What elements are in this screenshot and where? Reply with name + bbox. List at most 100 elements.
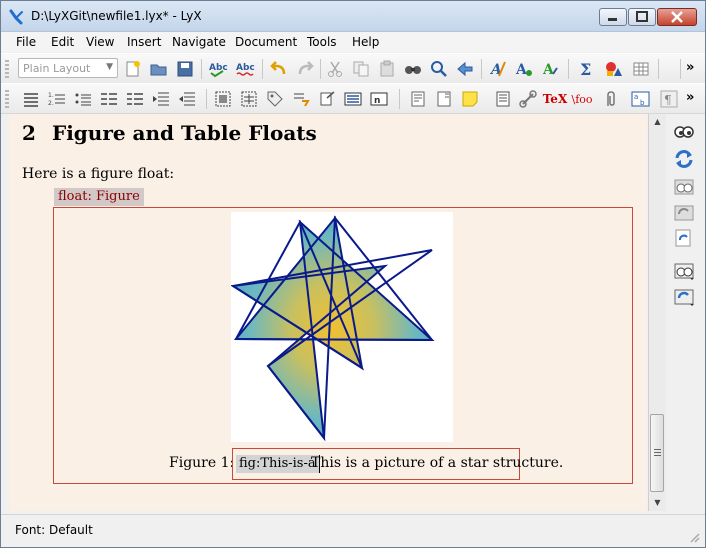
labeling-button[interactable] bbox=[124, 89, 146, 109]
caption-text[interactable]: This is a picture of a star structure. bbox=[311, 455, 563, 471]
svg-text:¶: ¶ bbox=[664, 93, 672, 107]
emphasis-icon: A bbox=[542, 62, 558, 78]
nomenclature-button[interactable]: n bbox=[368, 89, 390, 109]
attach-button[interactable] bbox=[600, 89, 622, 109]
menu-tools[interactable]: Tools bbox=[307, 35, 337, 49]
table-float-button[interactable] bbox=[238, 89, 260, 109]
export-button[interactable] bbox=[673, 228, 695, 248]
update-master-button[interactable] bbox=[673, 286, 695, 306]
lyx-app-icon bbox=[9, 9, 23, 25]
copy-button[interactable] bbox=[350, 59, 372, 79]
toolbar-grip[interactable] bbox=[5, 90, 9, 108]
undo-button[interactable] bbox=[268, 59, 290, 79]
toolbar1-overflow-button[interactable]: » bbox=[686, 60, 694, 75]
math-button[interactable]: Σ bbox=[576, 59, 598, 79]
continuous-spellcheck-button[interactable]: Abc bbox=[234, 59, 256, 79]
cut-button[interactable] bbox=[324, 59, 346, 79]
update-button[interactable] bbox=[673, 149, 695, 169]
menu-document[interactable]: Document bbox=[235, 35, 297, 49]
footnote-button[interactable] bbox=[407, 89, 429, 109]
title-bar[interactable]: D:\LyXGit\newfile1.lyx* - LyX bbox=[1, 1, 705, 32]
view-master-button[interactable] bbox=[673, 260, 695, 280]
svg-text:A: A bbox=[542, 62, 555, 78]
list-button[interactable] bbox=[98, 89, 120, 109]
enumerate-button[interactable]: 1. 2. bbox=[46, 89, 68, 109]
toolbar-separator bbox=[680, 59, 681, 79]
include-button[interactable]: ab bbox=[630, 89, 652, 109]
view-button[interactable] bbox=[673, 122, 695, 142]
margin-note-button[interactable] bbox=[433, 89, 455, 109]
scroll-down-arrow[interactable]: ▼ bbox=[649, 495, 666, 511]
section-number: 2 bbox=[22, 121, 36, 145]
apply-style-button[interactable]: A bbox=[513, 59, 535, 79]
vertical-scrollbar[interactable]: ▲ ▼ bbox=[648, 114, 666, 511]
redo-button[interactable] bbox=[294, 59, 316, 79]
paste-button[interactable] bbox=[376, 59, 398, 79]
itemize-button[interactable] bbox=[20, 89, 42, 109]
tex-code-button[interactable]: TeX bbox=[543, 89, 568, 109]
update-master-icon bbox=[674, 289, 694, 306]
resize-grip-icon[interactable] bbox=[689, 532, 701, 544]
minimize-button[interactable] bbox=[599, 8, 627, 26]
open-file-button[interactable] bbox=[148, 59, 170, 79]
note-button[interactable] bbox=[459, 89, 481, 109]
citation-button[interactable] bbox=[316, 89, 338, 109]
spellcheck-button[interactable]: Abc bbox=[207, 59, 229, 79]
document-workarea[interactable]: 2 Figure and Table Floats Here is a figur… bbox=[9, 114, 647, 511]
figure-float-button[interactable] bbox=[212, 89, 234, 109]
maximize-button[interactable] bbox=[628, 8, 656, 26]
spellcheck-icon: Abc bbox=[209, 63, 228, 78]
star-figure-image[interactable] bbox=[230, 212, 453, 442]
scroll-up-arrow[interactable]: ▲ bbox=[649, 114, 666, 130]
export-icon bbox=[675, 229, 691, 247]
paragraph-settings-button[interactable]: ¶ bbox=[658, 89, 680, 109]
cross-reference-button[interactable] bbox=[290, 89, 312, 109]
caption-label[interactable]: fig:This-is-a bbox=[236, 455, 320, 473]
description-button[interactable] bbox=[72, 89, 94, 109]
menu-insert[interactable]: Insert bbox=[127, 35, 161, 49]
decrease-depth-button[interactable] bbox=[150, 89, 172, 109]
toolbar-grip[interactable] bbox=[5, 60, 9, 78]
menu-navigate[interactable]: Navigate bbox=[172, 35, 226, 49]
toolbar-separator bbox=[658, 59, 659, 79]
box-button[interactable] bbox=[492, 89, 514, 109]
new-file-button[interactable] bbox=[122, 59, 144, 79]
label-button[interactable] bbox=[264, 89, 286, 109]
index-button[interactable] bbox=[342, 89, 364, 109]
svg-text:2.: 2. bbox=[48, 100, 54, 107]
find-replace-button[interactable] bbox=[428, 59, 450, 79]
increase-depth-button[interactable] bbox=[176, 89, 198, 109]
caption-inset[interactable]: fig:This-is-a This is a picture of a sta… bbox=[232, 448, 563, 480]
view-other-button[interactable] bbox=[673, 176, 695, 196]
status-text: Font: Default bbox=[15, 523, 93, 537]
back-button[interactable] bbox=[454, 59, 476, 79]
float-label[interactable]: float: Figure bbox=[54, 188, 144, 206]
menu-edit[interactable]: Edit bbox=[51, 35, 74, 49]
new-file-icon bbox=[126, 61, 140, 77]
paragraph-settings-icon: ¶ bbox=[660, 90, 678, 108]
hyperlink-button[interactable] bbox=[517, 89, 539, 109]
math-macro-button[interactable]: \foo bbox=[571, 89, 593, 109]
find-button[interactable] bbox=[402, 59, 424, 79]
insert-table-button[interactable] bbox=[630, 59, 652, 79]
emphasis-button[interactable]: A bbox=[539, 59, 561, 79]
text-style-button[interactable]: A bbox=[487, 59, 509, 79]
scroll-grip bbox=[654, 449, 661, 457]
body-paragraph: Here is a figure float: bbox=[22, 166, 175, 182]
menu-file[interactable]: File bbox=[16, 35, 36, 49]
menu-view[interactable]: View bbox=[86, 35, 114, 49]
insert-graphics-button[interactable] bbox=[603, 59, 625, 79]
layout-combo[interactable]: Plain Layout ▼ bbox=[18, 58, 118, 78]
label-icon bbox=[267, 91, 283, 107]
scroll-thumb[interactable] bbox=[650, 414, 664, 492]
itemize-icon bbox=[24, 93, 38, 107]
view-icon bbox=[674, 126, 694, 138]
update-other-button[interactable] bbox=[673, 202, 695, 222]
save-button[interactable] bbox=[174, 59, 196, 79]
figure-float[interactable]: Figure 1: fig:This-is-a This is a pictur… bbox=[53, 207, 633, 484]
attach-icon bbox=[607, 91, 615, 106]
copy-icon bbox=[353, 61, 369, 77]
close-button[interactable] bbox=[657, 8, 697, 26]
menu-help[interactable]: Help bbox=[352, 35, 379, 49]
toolbar2-overflow-button[interactable]: » bbox=[686, 90, 694, 105]
